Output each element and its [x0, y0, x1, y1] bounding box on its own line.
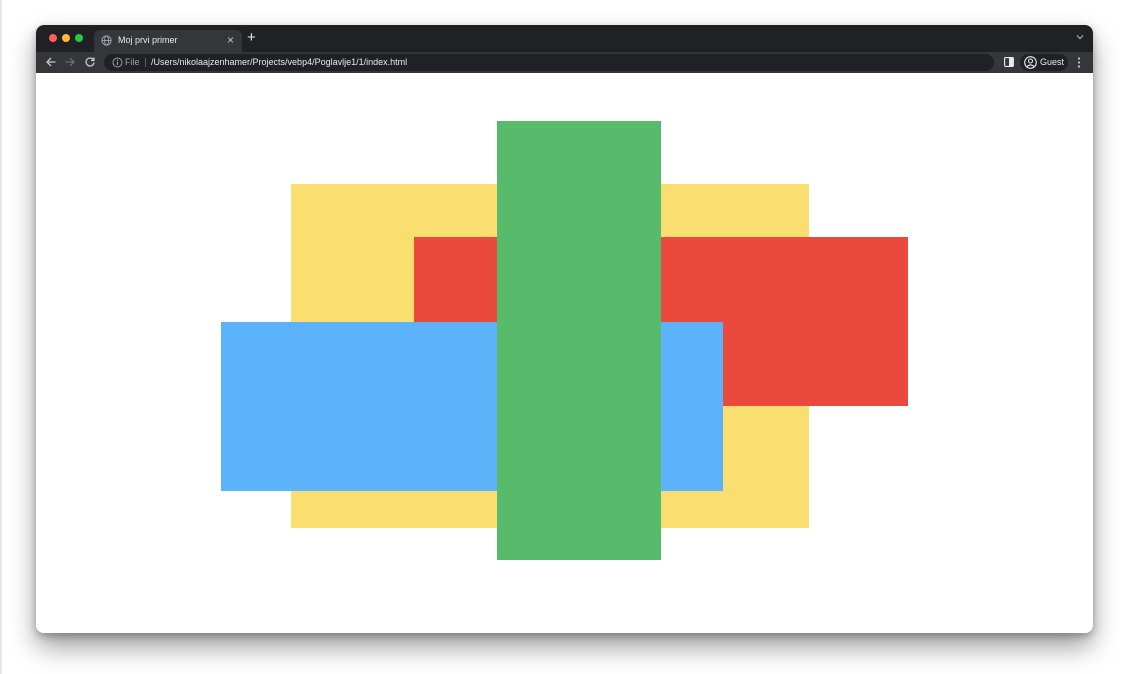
toolbar: File /Users/nikolaajzenhamer/Projects/ve… [36, 52, 1093, 73]
info-icon[interactable] [112, 57, 123, 68]
profile-icon [1024, 56, 1037, 69]
url-text[interactable]: /Users/nikolaajzenhamer/Projects/vebp4/P… [151, 57, 407, 67]
forward-arrow-icon[interactable] [64, 56, 76, 68]
browser-window: Moj prvi primer × + File /Users/nikolaaj… [36, 25, 1093, 633]
back-arrow-icon[interactable] [45, 56, 57, 68]
globe-icon [101, 35, 112, 46]
tab-close-button[interactable]: × [227, 33, 234, 47]
close-window-button[interactable] [49, 34, 57, 42]
address-bar[interactable]: File /Users/nikolaajzenhamer/Projects/ve… [104, 54, 994, 71]
scheme-label: File [125, 57, 140, 67]
left-edge-divider [0, 0, 2, 674]
green-box [497, 121, 661, 560]
chevron-down-icon[interactable] [1075, 32, 1085, 42]
screenshot-stage: Moj prvi primer × + File /Users/nikolaaj… [0, 0, 1126, 674]
minimize-window-button[interactable] [62, 34, 70, 42]
tab-strip: Moj prvi primer × + [36, 25, 1093, 52]
page-viewport [36, 73, 1093, 633]
reload-icon[interactable] [84, 56, 96, 68]
address-separator [145, 58, 146, 67]
new-tab-button[interactable]: + [247, 29, 256, 46]
kebab-menu-icon[interactable] [1075, 56, 1083, 69]
maximize-window-button[interactable] [75, 34, 83, 42]
side-panel-icon[interactable] [1004, 57, 1014, 67]
profile-label: Guest [1040, 57, 1065, 67]
tab-title: Moj prvi primer [118, 35, 178, 45]
profile-button[interactable]: Guest [1020, 54, 1068, 71]
tab-moj-prvi-primer[interactable]: Moj prvi primer × [94, 30, 242, 52]
